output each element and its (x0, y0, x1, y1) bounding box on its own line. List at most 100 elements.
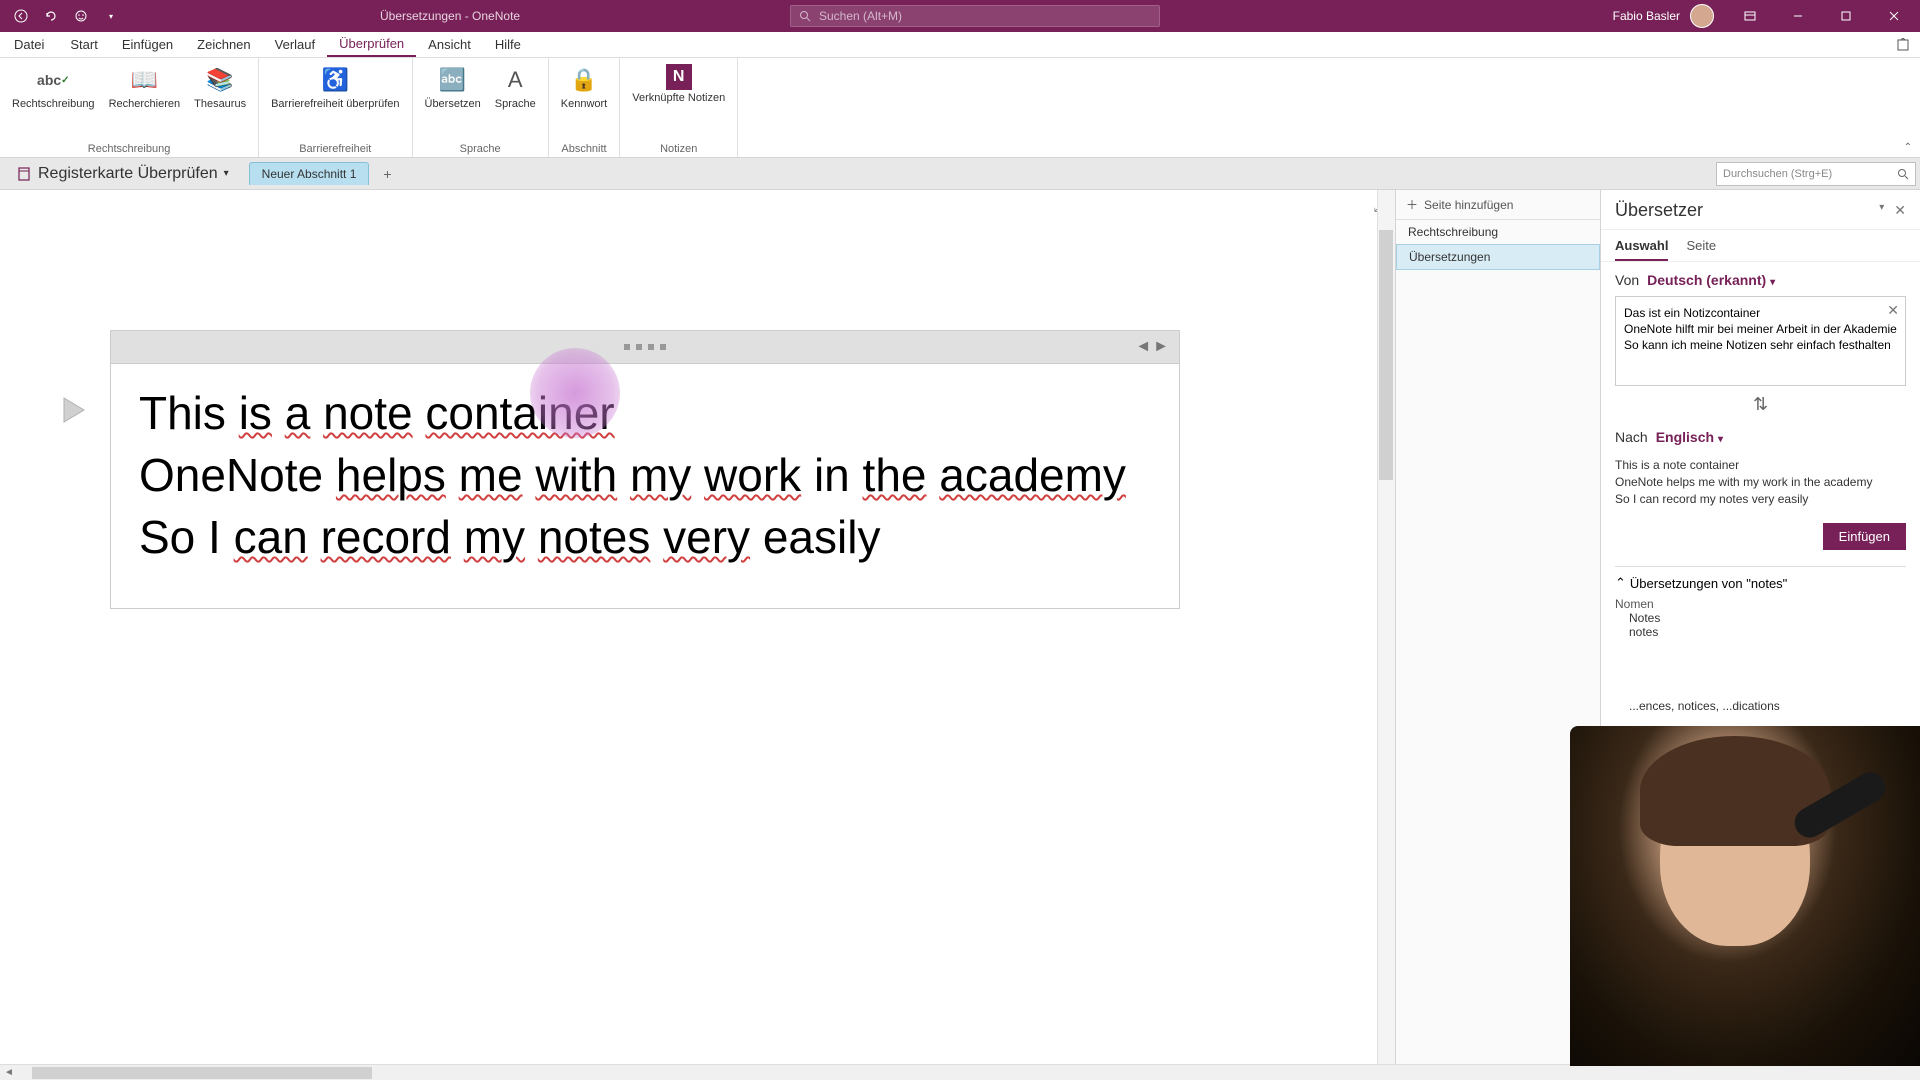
ribbon-group-label: Barrierefreiheit (299, 140, 371, 157)
from-label: Von (1615, 272, 1639, 288)
menu-tab-verlauf[interactable]: Verlauf (263, 32, 327, 57)
ribbon-group: 🔒KennwortAbschnitt (549, 58, 620, 157)
from-language-row: Von Deutsch (erkannt) ▾ (1601, 262, 1920, 292)
chevron-down-icon: ▾ (224, 168, 229, 179)
next-arrow-icon[interactable]: ► (1153, 338, 1169, 356)
ribbon-display-icon[interactable] (1728, 0, 1772, 32)
spellcheck-button-icon: abc✓ (37, 64, 69, 96)
translator-tabs: Auswahl Seite (1601, 230, 1920, 262)
thesaurus-button[interactable]: 📚 Thesaurus (188, 62, 252, 113)
ribbon-group-label: Notizen (660, 140, 697, 157)
minimize-button[interactable] (1776, 0, 1820, 32)
menu-tab-ansicht[interactable]: Ansicht (416, 32, 483, 57)
dictionary-entry: ...ences, notices, ...dications (1615, 699, 1906, 713)
notebook-icon (16, 166, 32, 182)
dictionary-entry: Notes (1615, 611, 1906, 625)
password-button[interactable]: 🔒Kennwort (555, 62, 613, 113)
ribbon-button-label: Rechtschreibung (12, 98, 95, 111)
password-button-icon: 🔒 (568, 64, 600, 96)
from-language-dropdown[interactable]: Deutsch (erkannt) ▾ (1647, 272, 1775, 288)
note-body[interactable]: This is a note container OneNote helps m… (110, 364, 1180, 609)
source-text-box[interactable]: ✕ Das ist ein Notizcontainer OneNote hil… (1615, 296, 1906, 386)
scrollbar-thumb[interactable] (1379, 230, 1393, 480)
scroll-left-icon[interactable]: ◄ (0, 1067, 18, 1078)
file-tab[interactable]: Datei (0, 32, 58, 57)
back-icon[interactable] (10, 5, 32, 27)
share-button[interactable] (1886, 32, 1920, 57)
section-tab[interactable]: Neuer Abschnitt 1 (249, 162, 370, 185)
vertical-scrollbar[interactable] (1377, 190, 1395, 1080)
search-input[interactable]: Suchen (Alt+M) (790, 5, 1160, 27)
note-handle-icon[interactable] (60, 394, 92, 426)
language-button[interactable]: ASprache (489, 62, 542, 113)
panel-close-icon[interactable]: ✕ (1894, 202, 1906, 219)
linked-notes-button[interactable]: NVerknüpfte Notizen (626, 62, 731, 107)
to-language-row: Nach Englisch ▾ (1601, 419, 1920, 449)
menu-tab-überprüfen[interactable]: Überprüfen (327, 32, 416, 57)
note-text-line[interactable]: OneNote helps me with my work in the aca… (139, 444, 1151, 506)
translator-tab-auswahl[interactable]: Auswahl (1615, 238, 1668, 261)
ribbon-button-label: Verknüpfte Notizen (632, 92, 725, 105)
ribbon-group-label: Rechtschreibung (88, 140, 171, 157)
thesaurus-button-icon: 📚 (204, 64, 236, 96)
add-page-label: Seite hinzufügen (1424, 198, 1513, 212)
notebook-bar: Registerkarte Überprüfen ▾ Neuer Abschni… (0, 158, 1920, 190)
page-list-item[interactable]: Übersetzungen (1396, 244, 1600, 270)
avatar[interactable] (1690, 4, 1714, 28)
note-container[interactable]: ◄ ► This is a note container OneNote hel… (110, 330, 1180, 609)
spellcheck-button[interactable]: abc✓ Rechtschreibung (6, 62, 101, 113)
dictionary-pos: Nomen (1615, 597, 1906, 611)
close-button[interactable] (1872, 0, 1916, 32)
chevron-down-icon: ▾ (1770, 277, 1775, 288)
search-placeholder: Suchen (Alt+M) (819, 9, 902, 23)
translator-tab-seite[interactable]: Seite (1686, 238, 1716, 261)
add-section-button[interactable]: + (377, 164, 397, 184)
insert-button[interactable]: Einfügen (1823, 523, 1906, 550)
dictionary-toggle[interactable]: ⌃ Übersetzungen von "notes" (1615, 575, 1906, 591)
collapse-ribbon-icon[interactable]: ⌃ (1904, 142, 1912, 153)
translate-button[interactable]: 🔤Übersetzen (419, 62, 487, 113)
menu-tab-start[interactable]: Start (58, 32, 109, 57)
ribbon: abc✓ Rechtschreibung 📖 Recherchieren 📚 Thesau… (0, 58, 1920, 158)
page-search-placeholder: Durchsuchen (Strg+E) (1723, 168, 1897, 180)
horizontal-scrollbar[interactable]: ◄ (0, 1064, 1920, 1080)
maximize-button[interactable] (1824, 0, 1868, 32)
ribbon-group: NVerknüpfte Notizen Notizen (620, 58, 738, 157)
swap-languages-button[interactable]: ⇅ (1601, 390, 1920, 419)
undo-icon[interactable] (40, 5, 62, 27)
research-button-icon: 📖 (128, 64, 160, 96)
notebook-dropdown[interactable]: Registerkarte Überprüfen ▾ (8, 165, 237, 183)
menu-tab-einfügen[interactable]: Einfügen (110, 32, 185, 57)
menu-tab-hilfe[interactable]: Hilfe (483, 32, 533, 57)
accessibility-button-icon: ♿ (319, 64, 351, 96)
note-canvas[interactable]: ⤢ ◄ ► This is a note container OneNote h… (0, 190, 1395, 1080)
clear-icon[interactable]: ✕ (1887, 301, 1899, 320)
menu-tab-zeichnen[interactable]: Zeichnen (185, 32, 262, 57)
page-search-input[interactable]: Durchsuchen (Strg+E) (1716, 162, 1916, 186)
user-name[interactable]: Fabio Basler (1613, 9, 1680, 23)
add-page-button[interactable]: ＋ Seite hinzufügen (1396, 190, 1600, 220)
research-button[interactable]: 📖 Recherchieren (103, 62, 187, 113)
to-language-dropdown[interactable]: Englisch ▾ (1656, 429, 1723, 445)
note-text-line[interactable]: So I can record my notes very easily (139, 506, 1151, 568)
panel-options-icon[interactable]: ▾ (1879, 202, 1884, 219)
touch-mode-icon[interactable] (70, 5, 92, 27)
qat-dropdown-icon[interactable]: ▾ (100, 5, 122, 27)
ribbon-group: 🔤ÜbersetzenASpracheSprache (413, 58, 549, 157)
chevron-up-icon: ⌃ (1615, 575, 1626, 591)
plus-icon: ＋ (1406, 196, 1418, 213)
accessibility-button[interactable]: ♿Barrierefreiheit überprüfen (265, 62, 405, 113)
ribbon-button-label: Thesaurus (194, 98, 246, 111)
panel-title: Übersetzer (1615, 200, 1703, 221)
notebook-name-label: Registerkarte Überprüfen (38, 165, 218, 183)
grip-dots-icon (624, 344, 666, 350)
ribbon-button-label: Übersetzen (425, 98, 481, 111)
note-container-header[interactable]: ◄ ► (110, 330, 1180, 364)
search-icon (1897, 168, 1909, 180)
prev-arrow-icon[interactable]: ◄ (1135, 338, 1151, 356)
result-text-box: This is a note container OneNote helps m… (1615, 453, 1906, 511)
scrollbar-thumb[interactable] (32, 1067, 372, 1079)
note-text-line[interactable]: This is a note container (139, 382, 1151, 444)
page-list-item[interactable]: Rechtschreibung (1396, 220, 1600, 244)
ribbon-button-label: Recherchieren (109, 98, 181, 111)
